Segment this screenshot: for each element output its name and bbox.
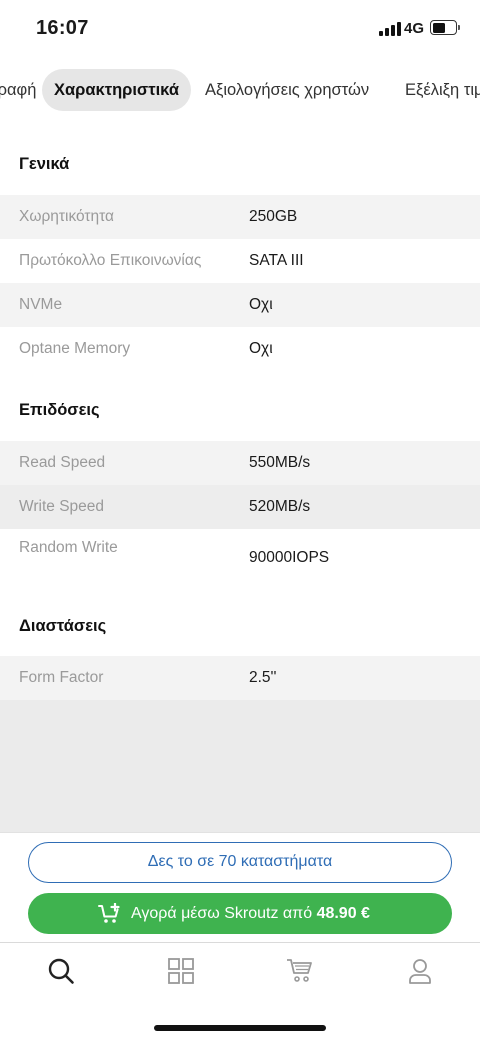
spec-row: Read Speed 550MB/s xyxy=(0,441,480,485)
battery-icon xyxy=(430,20,457,35)
spec-row: Πρωτόκολλο Επικοινωνίας SATA III xyxy=(0,239,480,283)
tab-user-reviews[interactable]: Αξιολογήσεις χρηστών xyxy=(205,69,369,111)
signal-icon xyxy=(379,22,401,36)
spec-row: Χωρητικότητα 250GB xyxy=(0,195,480,239)
section-title-performance: Επιδόσεις xyxy=(19,401,100,419)
spec-label: Read Speed xyxy=(19,454,106,471)
spec-row: Random Write 90000IOPS xyxy=(0,529,480,586)
status-bar: 16:07 4G xyxy=(0,0,480,56)
spec-label: Χωρητικότητα xyxy=(19,208,115,225)
buy-price: 48.90 € xyxy=(316,905,370,922)
section-title-dimensions: Διαστάσεις xyxy=(19,617,107,635)
tab-price-history[interactable]: Εξέλιξη τιμής xyxy=(405,69,480,111)
spec-row: Form Factor 2.5'' xyxy=(0,656,480,700)
categories-icon[interactable] xyxy=(167,957,195,985)
spec-row: Write Speed 520MB/s xyxy=(0,485,480,529)
home-indicator xyxy=(154,1025,326,1031)
spec-label: Form Factor xyxy=(19,669,104,686)
spec-label: NVMe xyxy=(19,296,63,313)
buy-label-prefix: Αγορά μέσω Skroutz από xyxy=(131,905,317,922)
cart-plus-icon xyxy=(98,903,120,923)
spec-label: Optane Memory xyxy=(19,340,131,357)
view-in-stores-button[interactable]: Δες το σε 70 καταστήματα xyxy=(28,842,452,883)
tab-specifications[interactable]: Χαρακτηριστικά xyxy=(42,69,191,111)
tab-description[interactable]: Περιγραφή xyxy=(0,69,36,111)
spec-label: Random Write xyxy=(19,538,118,558)
spec-row: Optane Memory Οχι xyxy=(0,327,480,371)
buy-via-skroutz-button[interactable]: Αγορά μέσω Skroutz από 48.90 € xyxy=(28,893,452,934)
spec-value: 520MB/s xyxy=(249,498,311,515)
spec-value: SATA III xyxy=(249,252,304,269)
tab-bar: Περιγραφή Χαρακτηριστικά Αξιολογήσεις χρ… xyxy=(0,56,480,126)
specifications-panel: Γενικά Χωρητικότητα 250GB Πρωτόκολλο Επι… xyxy=(0,126,480,700)
spec-label: Write Speed xyxy=(19,498,105,515)
cart-icon[interactable] xyxy=(286,957,314,985)
account-icon[interactable] xyxy=(406,957,434,985)
spec-label: Πρωτόκολλο Επικοινωνίας xyxy=(19,252,202,269)
purchase-actions: Δες το σε 70 καταστήματα Αγορά μέσω Skro… xyxy=(0,832,480,942)
spec-value: 90000IOPS xyxy=(249,549,330,566)
spec-row: NVMe Οχι xyxy=(0,283,480,327)
spec-value: 550MB/s xyxy=(249,454,311,471)
network-type: 4G xyxy=(404,20,425,37)
spec-value: Οχι xyxy=(249,340,273,357)
spec-value: 250GB xyxy=(249,208,298,225)
status-time: 16:07 xyxy=(36,17,89,39)
search-icon[interactable] xyxy=(47,957,75,985)
spec-label-line: Random Write xyxy=(19,539,118,556)
spec-value: 2.5'' xyxy=(249,669,277,686)
buy-button-label: Αγορά μέσω Skroutz από 48.90 € xyxy=(131,893,370,934)
spec-value: Οχι xyxy=(249,296,273,313)
bottom-navigation xyxy=(0,942,480,1039)
section-title-general: Γενικά xyxy=(19,155,70,173)
